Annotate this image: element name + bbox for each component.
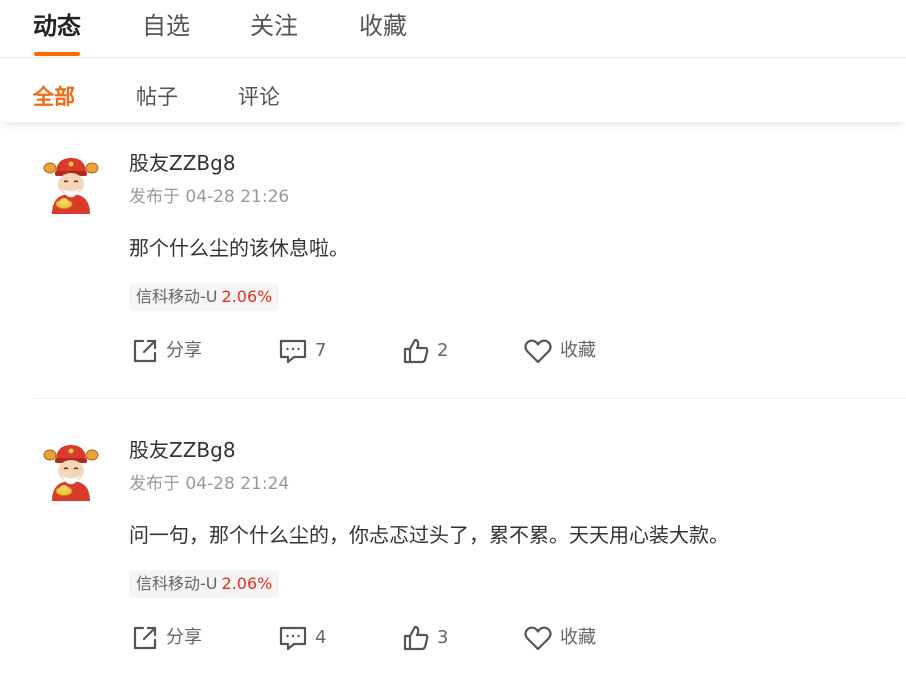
stock-tag[interactable]: 信科移动-U 2.06% — [129, 283, 280, 311]
comment-count: 7 — [315, 340, 327, 361]
like-button[interactable]: 2 — [402, 333, 448, 369]
share-icon — [131, 624, 159, 652]
comment-icon — [278, 624, 308, 652]
fortune-god-avatar-icon[interactable] — [42, 154, 100, 216]
post-text[interactable]: 问一句，那个什么尘的，你忐忑过头了，累不累。天天用心装大款。 — [129, 520, 729, 550]
post-divider — [34, 398, 906, 399]
share-label: 分享 — [166, 627, 202, 648]
heart-icon — [523, 337, 553, 365]
username[interactable]: 股友ZZBg8 — [129, 149, 236, 177]
stock-change: 2.06% — [221, 287, 273, 306]
post-item: 股友ZZBg8 发布于 04-28 21:24 问一句，那个什么尘的，你忐忑过头… — [0, 409, 906, 696]
share-label: 分享 — [166, 340, 202, 361]
like-count: 2 — [437, 340, 449, 361]
comment-icon — [278, 337, 308, 365]
post-actions: 分享 4 3 收藏 — [0, 620, 906, 656]
stock-change: 2.06% — [221, 574, 273, 593]
share-button[interactable]: 分享 — [131, 333, 202, 369]
stock-tag[interactable]: 信科移动-U 2.06% — [129, 570, 280, 598]
comment-count: 4 — [315, 627, 327, 648]
sub-tab-bar: 全部 帖子 评论 — [0, 58, 906, 122]
thumbs-up-icon — [402, 337, 430, 365]
comment-button[interactable]: 4 — [278, 620, 326, 656]
comment-button[interactable]: 7 — [278, 333, 326, 369]
subtab-posts[interactable]: 帖子 — [136, 82, 178, 112]
post-feed: 股友ZZBg8 发布于 04-28 21:26 那个什么尘的该休息啦。 信科移动… — [0, 122, 906, 681]
share-icon — [131, 337, 159, 365]
favorite-button[interactable]: 收藏 — [523, 620, 596, 656]
stock-name: 信科移动-U — [136, 287, 218, 306]
tab-favorites[interactable]: 收藏 — [359, 9, 407, 43]
username[interactable]: 股友ZZBg8 — [129, 436, 236, 464]
active-tab-indicator — [34, 52, 80, 56]
subtab-all[interactable]: 全部 — [33, 82, 75, 112]
tab-watchlist[interactable]: 自选 — [142, 9, 190, 43]
subtab-comments[interactable]: 评论 — [238, 82, 280, 112]
share-button[interactable]: 分享 — [131, 620, 202, 656]
favorite-label: 收藏 — [560, 627, 596, 648]
post-item: 股友ZZBg8 发布于 04-28 21:26 那个什么尘的该休息啦。 信科移动… — [0, 122, 906, 409]
tab-dynamics[interactable]: 动态 — [33, 9, 81, 43]
top-tab-bar: 动态 自选 关注 收藏 — [0, 0, 906, 58]
stock-name: 信科移动-U — [136, 574, 218, 593]
favorite-button[interactable]: 收藏 — [523, 333, 596, 369]
tab-following[interactable]: 关注 — [250, 9, 298, 43]
post-time: 发布于 04-28 21:26 — [129, 187, 290, 207]
fortune-god-avatar-icon[interactable] — [42, 441, 100, 503]
post-time: 发布于 04-28 21:24 — [129, 474, 290, 494]
post-text[interactable]: 那个什么尘的该休息啦。 — [129, 233, 349, 263]
heart-icon — [523, 624, 553, 652]
like-button[interactable]: 3 — [402, 620, 448, 656]
like-count: 3 — [437, 627, 449, 648]
thumbs-up-icon — [402, 624, 430, 652]
favorite-label: 收藏 — [560, 340, 596, 361]
post-actions: 分享 7 2 收藏 — [0, 333, 906, 369]
